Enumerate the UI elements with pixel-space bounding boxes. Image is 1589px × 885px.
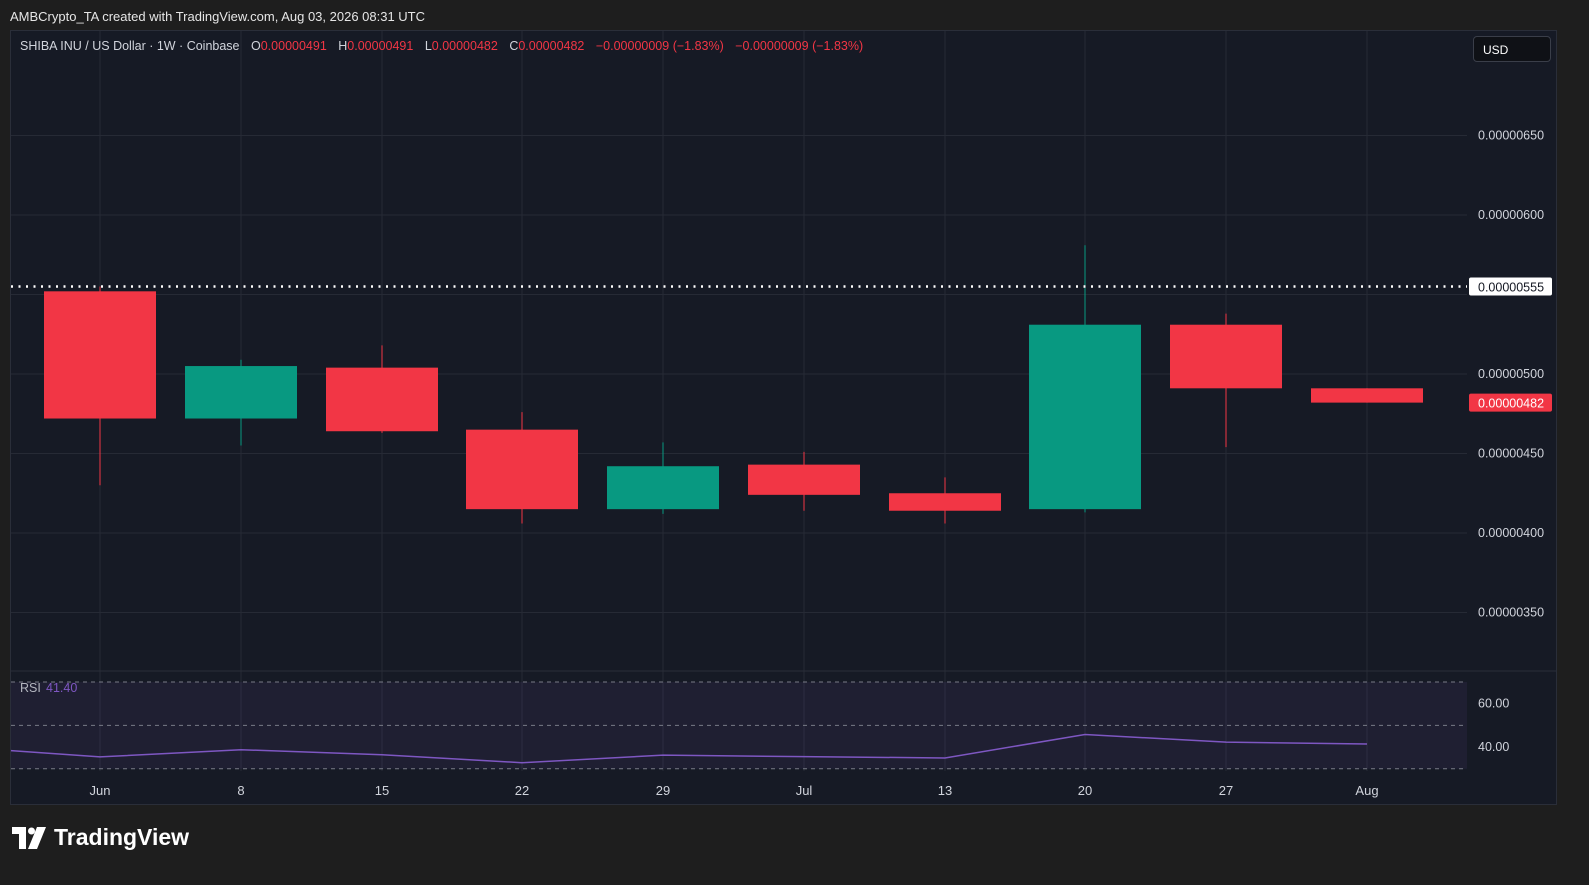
candle-body xyxy=(185,366,297,419)
candle-body xyxy=(607,466,719,510)
y-tick-label: 0.00000600 xyxy=(1478,208,1544,222)
tradingview-logo-icon xyxy=(12,826,46,849)
y-tick-label: 0.00000500 xyxy=(1478,367,1544,381)
level-price-label: 0.00000555 xyxy=(1478,281,1544,295)
legend-close-label: C xyxy=(509,39,519,53)
candles-group xyxy=(44,245,1423,524)
candle-body xyxy=(44,291,156,419)
candle-1 xyxy=(44,286,156,486)
legend-symbol: SHIBA INU / US Dollar · 1W · Coinbase xyxy=(20,39,240,53)
candle-8 xyxy=(1029,245,1141,513)
candle-6 xyxy=(748,451,860,511)
legend-open-label: O xyxy=(251,39,261,53)
y-tick-label: 0.00000400 xyxy=(1478,526,1544,540)
y-tick-label: 0.00000350 xyxy=(1478,606,1544,620)
tradingview-logo: TradingView xyxy=(12,824,189,851)
legend-high-label: H xyxy=(338,39,348,53)
legend-high-value: 0.00000491 xyxy=(347,39,414,53)
x-tick-label: 22 xyxy=(515,783,529,798)
candle-body xyxy=(326,367,438,432)
currency-button[interactable]: USD xyxy=(1473,36,1551,62)
x-tick-label: Aug xyxy=(1355,783,1378,798)
candle-2 xyxy=(185,359,297,446)
x-tick-label: Jul xyxy=(796,783,813,798)
candle-10 xyxy=(1311,388,1423,403)
last-price-label: 0.00000482 xyxy=(1478,397,1544,411)
tradingview-brand-name: TradingView xyxy=(54,824,190,850)
candle-body xyxy=(1311,388,1423,403)
y-tick-label: 0.00000450 xyxy=(1478,447,1544,461)
legend-close-value: 0.00000482 xyxy=(518,39,585,53)
rsi-y-tick-label: 60.00 xyxy=(1478,697,1509,711)
ohlc-legend: SHIBA INU / US Dollar · 1W · Coinbase O0… xyxy=(20,39,863,53)
candle-body xyxy=(889,493,1001,511)
x-tick-label: 20 xyxy=(1078,783,1092,798)
candle-body xyxy=(1029,324,1141,510)
x-tick-label: 13 xyxy=(938,783,952,798)
x-tick-label: 29 xyxy=(656,783,670,798)
y-tick-label: 0.00000650 xyxy=(1478,129,1544,143)
candle-7 xyxy=(889,477,1001,524)
candle-4 xyxy=(466,412,578,524)
price-chart-svg[interactable]: 0.00000350 0.00000400 0.00000450 0.00000500… xyxy=(0,0,1589,885)
rsi-label: RSI xyxy=(20,681,41,695)
candle-body xyxy=(1170,324,1282,389)
rsi-value: 41.40 xyxy=(46,681,77,695)
x-tick-label: 27 xyxy=(1219,783,1233,798)
x-tick-label: 15 xyxy=(375,783,389,798)
legend-low-label: L xyxy=(424,39,432,53)
legend-low-value: 0.00000482 xyxy=(431,39,498,53)
candle-3 xyxy=(326,345,438,433)
candle-9 xyxy=(1170,313,1282,448)
legend-change: −0.00000009 (−1.83%) xyxy=(595,39,724,53)
rsi-y-tick-label: 40.00 xyxy=(1478,740,1509,754)
legend-change-2: −0.00000009 (−1.83%) xyxy=(735,39,864,53)
legend-open-value: 0.00000491 xyxy=(260,39,327,53)
x-tick-label: Jun xyxy=(90,783,111,798)
candle-body xyxy=(748,464,860,495)
candle-body xyxy=(466,429,578,510)
x-tick-label: 8 xyxy=(237,783,244,798)
